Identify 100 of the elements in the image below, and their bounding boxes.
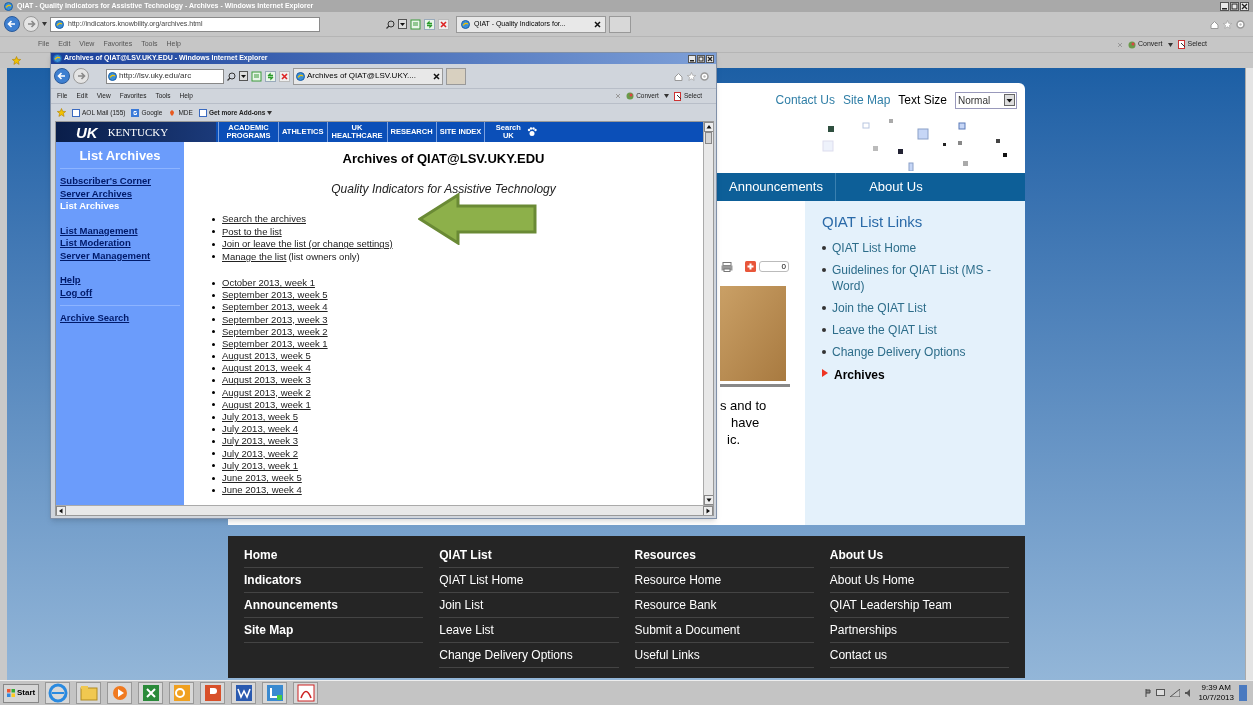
dropdown-button[interactable] [398, 19, 407, 29]
maximize-button[interactable] [697, 54, 705, 63]
archive-link[interactable]: August 2013, week 1 [222, 397, 311, 413]
sidebar-link[interactable]: Server Management [60, 249, 180, 262]
taskbar-button[interactable] [138, 682, 164, 704]
minimize-button[interactable] [1220, 1, 1229, 11]
sidebar-link[interactable]: Leave the QIAT List [832, 321, 937, 338]
home-icon[interactable] [1210, 19, 1219, 29]
footer-link[interactable]: Partnerships [829, 618, 1009, 643]
archive-link[interactable]: June 2013, week 4 [222, 483, 302, 498]
close-button[interactable] [1240, 1, 1249, 11]
archive-link[interactable]: August 2013, week 4 [222, 361, 311, 376]
sidebar-link[interactable]: Subscriber's Corner [60, 175, 180, 188]
caret-icon[interactable] [42, 22, 47, 26]
footer-link[interactable]: Submit a Document [634, 618, 814, 643]
scroll-down-arrow[interactable] [704, 495, 713, 505]
footer-link[interactable]: Indicators [244, 568, 424, 593]
archive-link[interactable]: September 2013, week 1 [222, 336, 328, 352]
taskbar-button[interactable] [169, 682, 195, 704]
sidebar-link[interactable]: Help [60, 274, 180, 287]
star-icon[interactable] [57, 108, 66, 117]
footer-link[interactable]: Join List [439, 593, 619, 618]
close-icon[interactable] [594, 20, 601, 28]
sidebar-link[interactable]: List Management [60, 224, 180, 237]
text-size-select[interactable]: Normal [955, 91, 1017, 109]
sidebar-link[interactable]: Join the QIAT List [832, 299, 927, 316]
footer-link[interactable]: QIAT List Home [439, 568, 619, 593]
flag-icon[interactable] [1145, 689, 1152, 697]
header-link[interactable]: Contact Us [775, 91, 835, 109]
archive-link[interactable]: Join or leave the list (or change settings) [222, 237, 393, 252]
footer-link[interactable]: Resource Home [634, 568, 814, 593]
scrollbar[interactable] [703, 122, 713, 505]
archive-link[interactable]: September 2013, week 2 [222, 324, 328, 339]
taskbar-button[interactable] [107, 682, 133, 704]
archive-link[interactable]: Manage the list [222, 249, 287, 264]
sidebar-link[interactable]: Archive Search [60, 312, 180, 325]
settings-icon[interactable] [1236, 19, 1245, 29]
scroll-thumb[interactable] [705, 132, 712, 144]
signal-icon[interactable] [1170, 689, 1181, 697]
forward-button[interactable] [73, 68, 89, 84]
address-field[interactable]: http://lsv.uky.edu/arc [106, 68, 224, 84]
footer-link[interactable]: Leave List [439, 618, 619, 643]
stop-icon[interactable] [438, 18, 449, 30]
maximize-button[interactable] [1230, 1, 1239, 11]
close-icon[interactable] [433, 72, 440, 80]
sidebar-link[interactable]: Log off [60, 286, 180, 299]
dropdown-button[interactable] [1004, 94, 1015, 106]
caret-icon[interactable] [663, 94, 669, 98]
nav-link[interactable]: About Us [835, 173, 956, 201]
close-button[interactable] [706, 54, 714, 63]
archive-link[interactable]: September 2013, week 3 [222, 312, 328, 327]
footer-link[interactable]: Useful Links [634, 643, 814, 668]
star-icon[interactable] [1223, 19, 1232, 29]
printer-icon[interactable] [721, 261, 733, 272]
footer-link[interactable]: QIAT Leadership Team [829, 593, 1009, 618]
scrollbar[interactable] [1245, 68, 1253, 680]
refresh-icon[interactable] [424, 18, 435, 30]
archive-link[interactable]: August 2013, week 2 [222, 385, 311, 400]
sidebar-link[interactable]: QIAT List Home [832, 239, 917, 256]
scroll-up-arrow[interactable] [704, 122, 713, 132]
taskbar-button[interactable] [293, 682, 319, 704]
footer-heading[interactable]: About Us [829, 543, 1009, 568]
plus-button[interactable] [745, 261, 756, 272]
archive-link[interactable]: September 2013, week 4 [222, 300, 328, 315]
dropdown-button[interactable] [239, 71, 248, 81]
footer-link[interactable]: About Us Home [829, 568, 1009, 593]
archive-link[interactable]: July 2013, week 3 [222, 434, 299, 449]
footer-link[interactable]: Announcements [244, 593, 424, 618]
search-icon[interactable] [386, 19, 395, 29]
start-button[interactable]: Start [3, 683, 40, 703]
caret-icon[interactable] [1167, 42, 1173, 47]
stop-icon[interactable] [279, 70, 290, 82]
browser-tab[interactable]: Archives of QIAT@LSV.UKY.... [293, 67, 443, 85]
taskbar-button[interactable] [231, 682, 257, 704]
refresh-icon[interactable] [265, 70, 276, 82]
taskbar-button[interactable] [262, 682, 288, 704]
sidebar-link[interactable]: Archives [834, 365, 885, 384]
archive-link[interactable]: Search the archives [222, 212, 306, 227]
sidebar-link[interactable]: List Moderation [60, 237, 180, 250]
archive-link[interactable]: Post to the list [222, 224, 282, 239]
back-button[interactable] [54, 68, 70, 84]
footer-link[interactable]: Contact us [829, 643, 1009, 668]
archive-link[interactable]: August 2013, week 3 [222, 373, 311, 388]
footer-heading[interactable]: Resources [634, 543, 814, 568]
archive-link[interactable]: October 2013, week 1 [222, 275, 315, 291]
home-icon[interactable] [674, 71, 683, 81]
sidebar-link[interactable]: Change Delivery Options [832, 343, 966, 360]
archive-link[interactable]: August 2013, week 5 [222, 349, 311, 364]
scroll-right-arrow[interactable] [703, 506, 713, 515]
footer-heading[interactable]: Home [244, 543, 424, 568]
settings-icon[interactable] [700, 71, 709, 81]
search-icon[interactable] [227, 71, 236, 81]
footer-link[interactable]: Site Map [244, 618, 424, 643]
back-button[interactable] [4, 16, 20, 32]
footer-link[interactable]: Change Delivery Options [439, 643, 619, 668]
sidebar-link[interactable]: Server Archives [60, 187, 180, 200]
archive-link[interactable]: July 2013, week 4 [222, 422, 299, 437]
archive-link[interactable]: July 2013, week 5 [222, 410, 299, 425]
network-icon[interactable] [1156, 689, 1166, 697]
scroll-left-arrow[interactable] [56, 506, 66, 515]
